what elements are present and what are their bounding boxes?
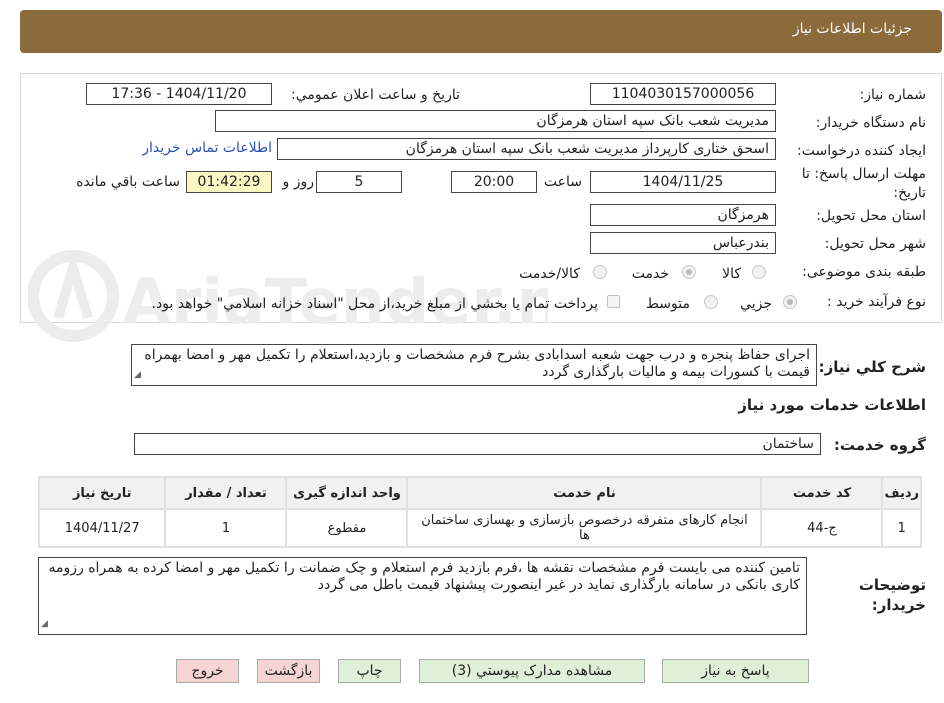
- services-table: رديف کد خدمت نام خدمت واحد اندازه گيری ت…: [38, 476, 922, 548]
- requester-field[interactable]: اسحق ختاری کارپرداز مديريت شعب بانک سپه …: [277, 138, 776, 160]
- cell-row: 1: [883, 510, 920, 546]
- resize-grip-icon[interactable]: ◢: [134, 367, 141, 384]
- page-title: جزئيات اطلاعات نياز: [792, 21, 912, 37]
- page-header: جزئيات اطلاعات نياز: [20, 10, 942, 53]
- description-textarea[interactable]: اجرای حفاظ پنجره و درب جهت شعبه اسدابادی…: [131, 344, 817, 386]
- category-option-goods: کالا: [722, 266, 741, 282]
- cell-qty: 1: [166, 510, 286, 546]
- process-label: نوع فرآيند خريد :: [827, 294, 926, 310]
- table-row: 1 ج-44 انجام کارهای متفرقه درخصوص بازساز…: [40, 510, 920, 546]
- process-option-minor: جزيي: [740, 296, 772, 312]
- cell-date: 1404/11/27: [40, 510, 165, 546]
- announce-datetime-field[interactable]: 1404/11/20 - 17:36: [86, 83, 272, 105]
- need-number-label: شماره نياز:: [859, 87, 927, 103]
- process-radio-minor[interactable]: [783, 295, 797, 309]
- table-header-row: رديف کد خدمت نام خدمت واحد اندازه گيری ت…: [40, 478, 920, 508]
- treasury-payment-checkbox[interactable]: [607, 295, 620, 308]
- exit-button[interactable]: خروج: [176, 659, 239, 683]
- city-label: شهر محل تحويل:: [824, 236, 926, 252]
- remaining-time-field: 01:42:29: [186, 171, 272, 193]
- resize-grip-icon[interactable]: ◢: [41, 616, 48, 633]
- category-option-goods-service: کالا/خدمت: [519, 266, 580, 282]
- col-date: تاريخ نياز: [40, 478, 165, 508]
- cell-unit: مقطوع: [287, 510, 407, 546]
- province-label: استان محل تحويل:: [816, 208, 926, 224]
- back-button[interactable]: بازگشت: [257, 659, 320, 683]
- province-field[interactable]: هرمزگان: [590, 204, 776, 226]
- col-row: رديف: [883, 478, 920, 508]
- description-label: شرح كلي نياز:: [818, 358, 926, 376]
- cell-name: انجام کارهای متفرقه درخصوص بازسازی و بهس…: [408, 510, 761, 546]
- description-text: اجرای حفاظ پنجره و درب جهت شعبه اسدابادی…: [144, 347, 810, 380]
- process-radio-medium[interactable]: [704, 295, 718, 309]
- category-label: طبقه بندی موضوعی:: [802, 264, 926, 280]
- cell-code: ج-44: [762, 510, 882, 546]
- deadline-time-field[interactable]: 20:00: [451, 171, 537, 193]
- buyer-org-label: نام دستگاه خريدار:: [815, 115, 926, 131]
- treasury-payment-note: پرداخت تمام يا بخشي از مبلغ خريد،از محل …: [151, 296, 598, 312]
- service-group-label: گروه خدمت:: [833, 436, 926, 454]
- col-qty: تعداد / مقدار: [166, 478, 286, 508]
- buyer-org-field[interactable]: مديريت شعب بانک سپه استان هرمزگان: [215, 110, 776, 132]
- buyer-contact-link[interactable]: اطلاعات تماس خريدار: [142, 140, 272, 156]
- col-name: نام خدمت: [408, 478, 761, 508]
- buyer-notes-text: تامین کننده می بایست فرم مشخصات نقشه ها …: [48, 560, 800, 593]
- col-unit: واحد اندازه گيری: [287, 478, 407, 508]
- announce-label: تاريخ و ساعت اعلان عمومي:: [291, 87, 460, 103]
- attachments-button[interactable]: مشاهده مدارک پيوستي (3): [419, 659, 645, 683]
- remaining-label: ساعت باقي مانده: [76, 174, 180, 190]
- col-code: کد خدمت: [762, 478, 882, 508]
- days-field[interactable]: 5: [316, 171, 402, 193]
- print-button[interactable]: چاپ: [338, 659, 401, 683]
- services-section-title: اطلاعات خدمات مورد نياز: [738, 396, 926, 414]
- deadline-date-field[interactable]: 1404/11/25: [590, 171, 776, 193]
- requester-label: ايجاد کننده درخواست:: [797, 143, 926, 159]
- need-number-field[interactable]: 1104030157000056: [590, 83, 776, 105]
- deadline-time-label: ساعت: [543, 174, 582, 190]
- days-label: روز و: [282, 174, 315, 190]
- category-radio-goods-service[interactable]: [593, 265, 607, 279]
- buyer-notes-textarea[interactable]: تامین کننده می بایست فرم مشخصات نقشه ها …: [38, 557, 807, 635]
- reply-button[interactable]: پاسخ به نياز: [662, 659, 809, 683]
- category-radio-goods[interactable]: [752, 265, 766, 279]
- service-group-field[interactable]: ساختمان: [134, 433, 821, 455]
- city-field[interactable]: بندرعباس: [590, 232, 776, 254]
- category-radio-service[interactable]: [682, 265, 696, 279]
- buyer-notes-label: توضيحات خريدار:: [858, 576, 926, 614]
- category-option-service: خدمت: [631, 266, 669, 282]
- deadline-label: مهلت ارسال پاسخ: تا تاریخ:: [801, 166, 926, 201]
- process-option-medium: متوسط: [646, 296, 690, 312]
